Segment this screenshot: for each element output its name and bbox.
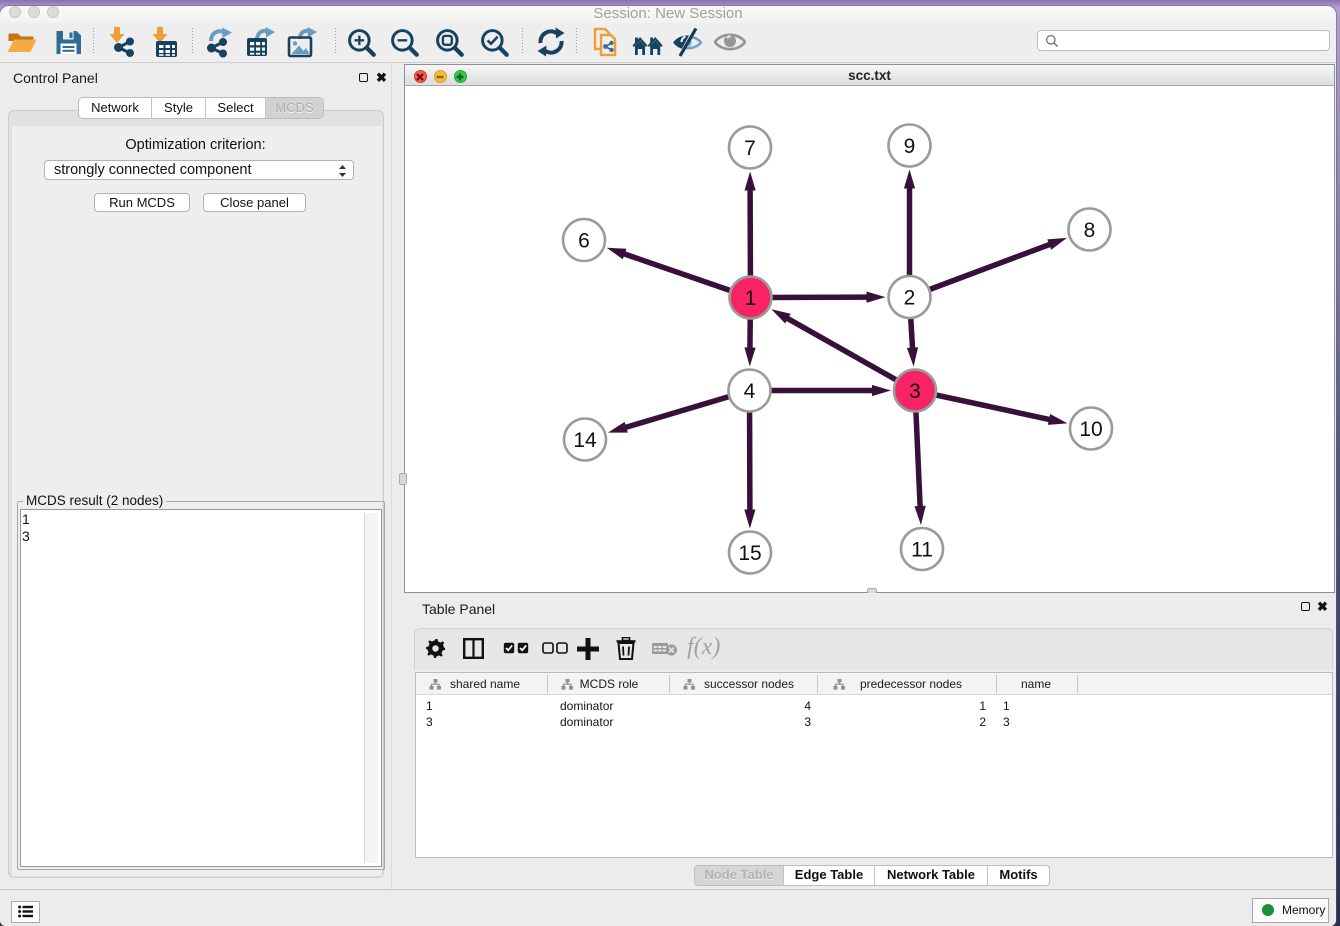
svg-text:8: 8 <box>1084 219 1096 242</box>
svg-text:9: 9 <box>904 135 916 158</box>
svg-text:3: 3 <box>909 380 921 403</box>
svg-text:15: 15 <box>738 542 761 565</box>
svg-text:2: 2 <box>904 287 916 310</box>
svg-text:10: 10 <box>1079 418 1102 441</box>
svg-text:14: 14 <box>573 429 597 452</box>
svg-text:1: 1 <box>745 287 757 310</box>
svg-text:6: 6 <box>578 230 590 253</box>
svg-text:11: 11 <box>911 539 933 562</box>
svg-text:7: 7 <box>744 137 756 160</box>
svg-text:4: 4 <box>744 380 756 403</box>
